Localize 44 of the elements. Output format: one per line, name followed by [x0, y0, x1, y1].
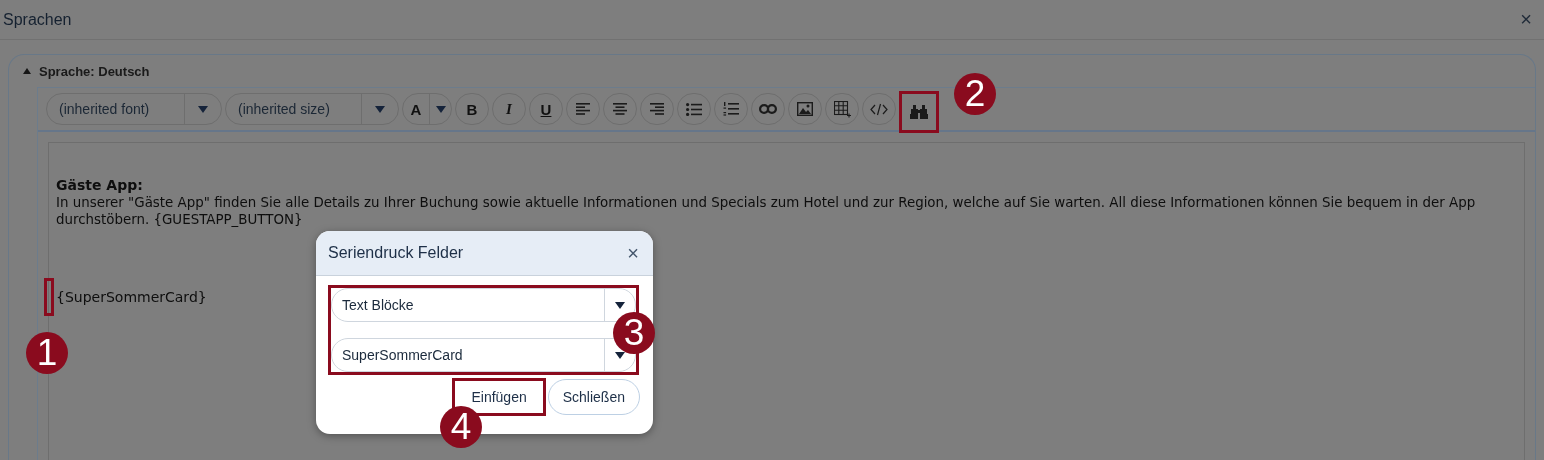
font-dropdown[interactable]: (inherited font): [46, 93, 222, 125]
dialog-title: Seriendruck Felder: [328, 244, 464, 262]
window-title: Sprachen: [3, 10, 72, 29]
dialog-close-button[interactable]: ×: [627, 241, 639, 265]
text-color-button[interactable]: A: [402, 93, 452, 125]
merge-field-placeholder: {SuperSommerCard}: [56, 288, 207, 306]
dropdown-arrow-icon: [615, 301, 625, 309]
bullet-list-icon: [686, 102, 702, 116]
align-left-icon: [576, 103, 590, 115]
align-right-icon: [650, 103, 664, 115]
link-button[interactable]: [751, 93, 785, 125]
align-center-button[interactable]: [603, 93, 637, 125]
close-button[interactable]: ×: [1520, 8, 1532, 31]
image-icon: [797, 102, 813, 116]
link-icon: [759, 104, 777, 114]
numbered-list-icon: [723, 102, 739, 116]
binoculars-icon: [910, 105, 928, 119]
dropdown-arrow-icon: [198, 105, 208, 113]
italic-button[interactable]: I: [492, 93, 526, 125]
close-dialog-button[interactable]: Schließen: [547, 379, 640, 415]
step-number-badge: 4: [440, 406, 482, 448]
step-number-badge: 2: [954, 73, 996, 115]
dropdown-arrow-icon: [435, 105, 446, 113]
font-size-dropdown[interactable]: (inherited size): [225, 93, 399, 125]
numbered-list-button[interactable]: [714, 93, 748, 125]
image-button[interactable]: [788, 93, 822, 125]
dropdown-arrow-icon: [375, 105, 385, 113]
table-button[interactable]: [825, 93, 859, 125]
binoculars-button[interactable]: [899, 91, 939, 133]
bold-button[interactable]: B: [455, 93, 489, 125]
content-paragraph: In unserer "Gäste App" finden Sie alle Details zu Ihrer Buchung sowie aktuelle Informationen und Specials zum Hotel und zur Region, welche auf Sie warten. All diese Informationen können Sie bequem in der App durchstöbern. {GUESTAPP_BUTTON}: [56, 194, 1477, 228]
collapse-triangle-icon[interactable]: [23, 68, 31, 74]
step-number-badge: 1: [26, 332, 68, 374]
dropdown-arrow-icon: [615, 351, 625, 359]
code-icon: [870, 102, 888, 116]
underline-button[interactable]: U: [529, 93, 563, 125]
content-heading: Gäste App:: [56, 177, 143, 194]
table-icon: [833, 100, 851, 118]
code-button[interactable]: [862, 93, 896, 125]
align-center-icon: [613, 103, 627, 115]
section-title: Sprache: Deutsch: [39, 63, 150, 79]
bullet-list-button[interactable]: [677, 93, 711, 125]
align-left-button[interactable]: [566, 93, 600, 125]
align-right-button[interactable]: [640, 93, 674, 125]
